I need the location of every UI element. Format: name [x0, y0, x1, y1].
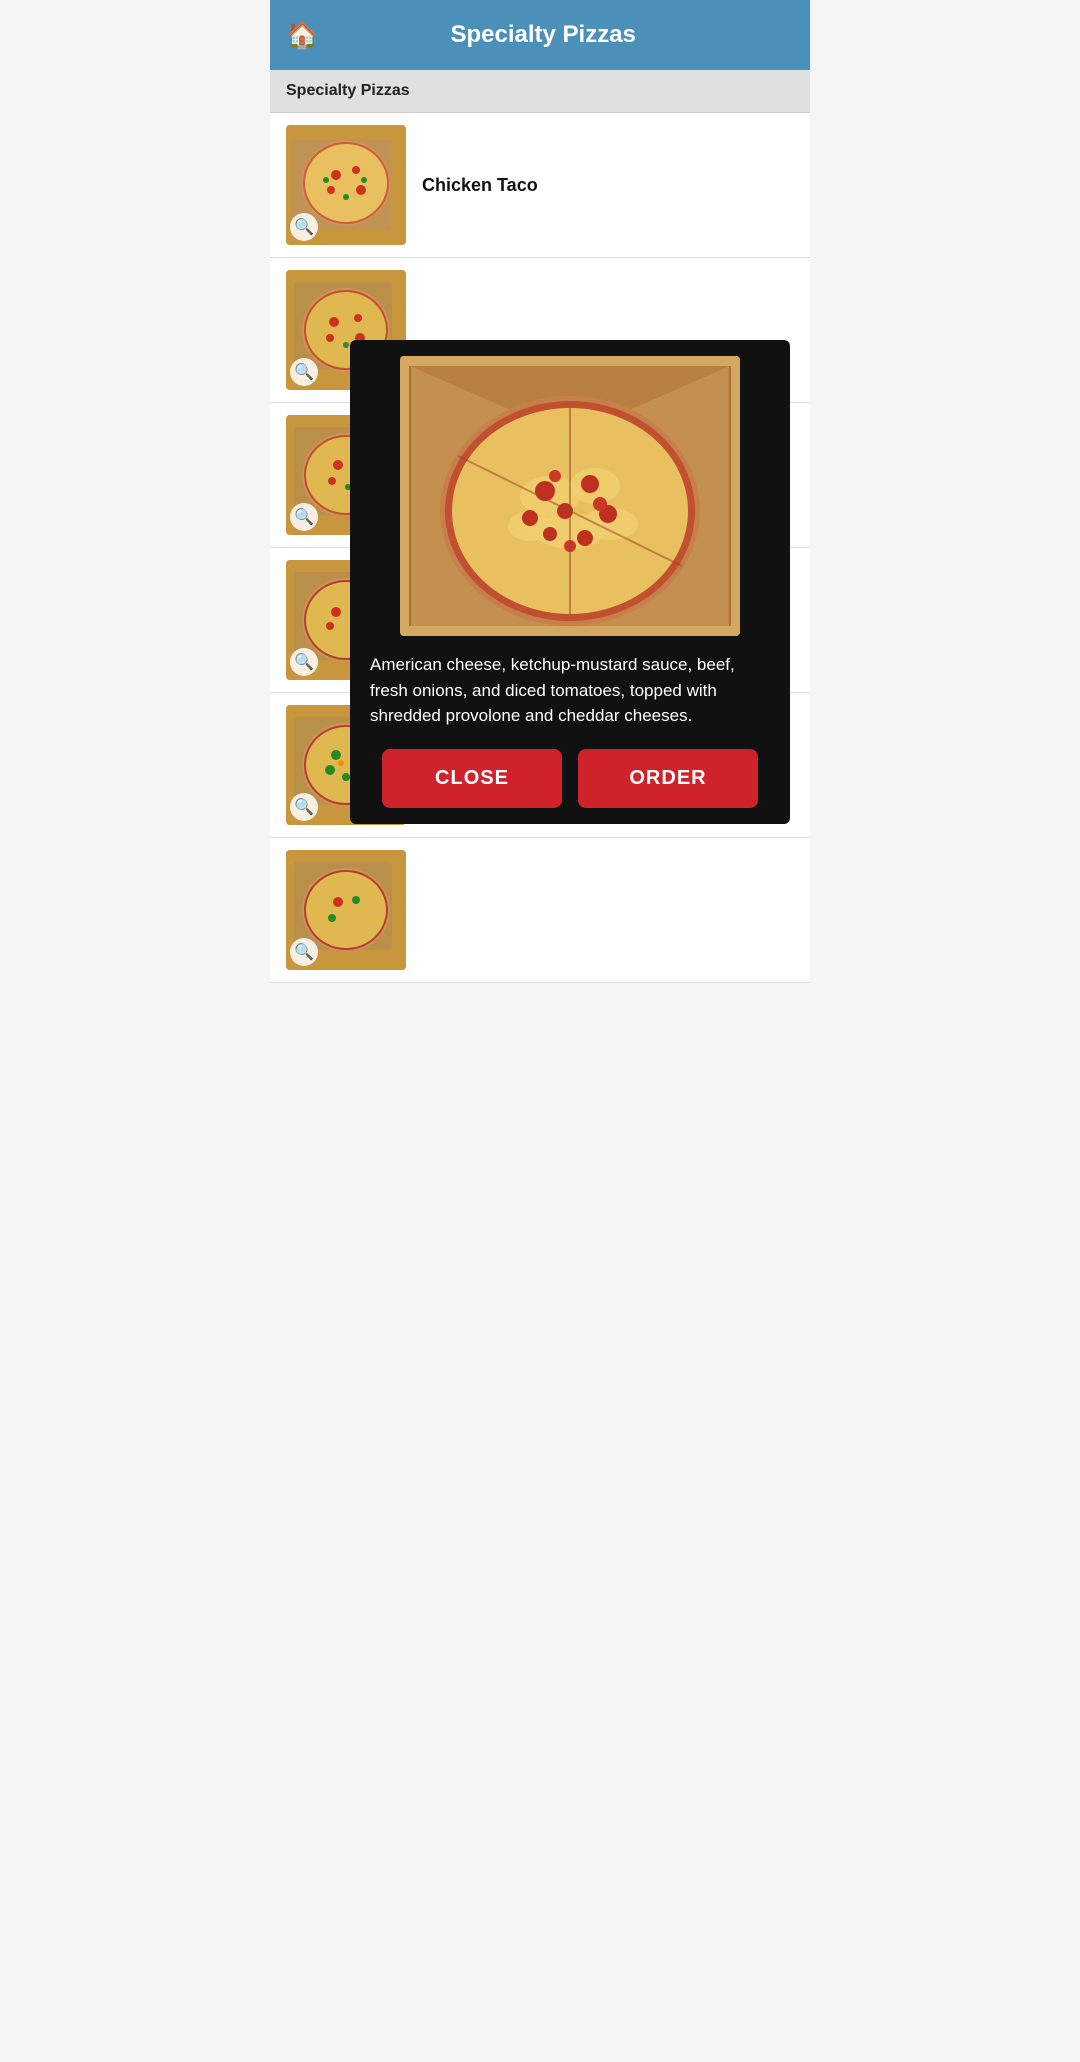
modal-buttons: CLOSE ORDER [366, 749, 774, 808]
order-button[interactable]: ORDER [578, 749, 758, 808]
zoom-icon[interactable]: 🔍 [290, 503, 318, 531]
header-title: Specialty Pizzas [330, 21, 756, 49]
list-item: 🔍 [270, 838, 810, 983]
zoom-icon[interactable]: 🔍 [290, 358, 318, 386]
pizza-thumb-container: 🔍 [286, 850, 406, 970]
modal-description: American cheese, ketchup-mustard sauce, … [366, 652, 774, 729]
pizza-name: Chicken Taco [422, 175, 538, 196]
list-item: 🔍 Chicken Taco [270, 113, 810, 258]
zoom-icon[interactable]: 🔍 [290, 938, 318, 966]
home-icon[interactable]: 🏠 [286, 20, 318, 51]
modal-pizza-image [400, 356, 740, 636]
close-button[interactable]: CLOSE [382, 749, 562, 808]
app-header: 🏠 Specialty Pizzas [270, 0, 810, 70]
pizza-thumb-container: 🔍 [286, 125, 406, 245]
zoom-icon[interactable]: 🔍 [290, 213, 318, 241]
zoom-icon[interactable]: 🔍 [290, 793, 318, 821]
pizza-detail-modal: American cheese, ketchup-mustard sauce, … [350, 340, 790, 824]
breadcrumb: Specialty Pizzas [270, 70, 810, 113]
zoom-icon[interactable]: 🔍 [290, 648, 318, 676]
